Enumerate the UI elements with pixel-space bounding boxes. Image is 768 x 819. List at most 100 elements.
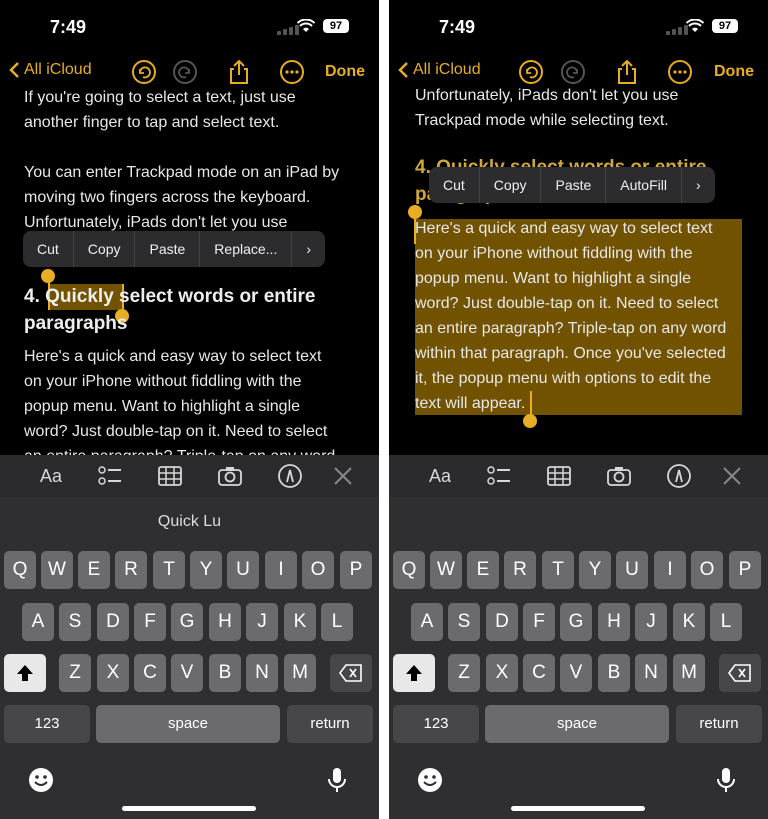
format-button[interactable]: Aa (38, 463, 64, 489)
key-h[interactable]: H (209, 603, 241, 641)
key-o[interactable]: O (691, 551, 723, 589)
back-button[interactable]: All iCloud (8, 61, 92, 79)
note-paragraph[interactable]: Here's a quick and easy way to select te… (24, 344, 360, 469)
table-icon[interactable] (157, 463, 183, 489)
return-key[interactable]: return (676, 705, 762, 743)
more-icon[interactable] (667, 59, 693, 85)
key-w[interactable]: W (41, 551, 73, 589)
checklist-icon[interactable] (97, 463, 123, 489)
numbers-key[interactable]: 123 (4, 705, 90, 743)
key-g[interactable]: G (171, 603, 203, 641)
key-n[interactable]: N (635, 654, 667, 692)
table-icon[interactable] (546, 463, 572, 489)
home-indicator[interactable] (122, 806, 256, 811)
menu-copy[interactable]: Copy (74, 231, 136, 267)
autocorrect-suggestion[interactable]: Quick Lu (0, 509, 379, 535)
space-key[interactable]: space (485, 705, 669, 743)
done-button[interactable]: Done (325, 63, 365, 81)
key-u[interactable]: U (616, 551, 648, 589)
key-i[interactable]: I (654, 551, 686, 589)
close-icon[interactable] (330, 463, 356, 489)
key-j[interactable]: J (635, 603, 667, 641)
key-v[interactable]: V (171, 654, 203, 692)
key-y[interactable]: Y (190, 551, 222, 589)
menu-paste[interactable]: Paste (541, 167, 607, 203)
note-paragraph[interactable]: Unfortunately, iPads don't let you use T… (415, 83, 751, 133)
key-g[interactable]: G (560, 603, 592, 641)
key-e[interactable]: E (467, 551, 499, 589)
key-l[interactable]: L (710, 603, 742, 641)
key-h[interactable]: H (598, 603, 630, 641)
note-paragraph[interactable]: You can enter Trackpad mode on an iPad b… (24, 160, 360, 235)
key-a[interactable]: A (411, 603, 443, 641)
format-button[interactable]: Aa (427, 463, 453, 489)
menu-replace[interactable]: Replace... (200, 231, 293, 267)
menu-paste[interactable]: Paste (135, 231, 201, 267)
key-m[interactable]: M (673, 654, 705, 692)
key-c[interactable]: C (523, 654, 555, 692)
key-x[interactable]: X (97, 654, 129, 692)
key-k[interactable]: K (673, 603, 705, 641)
menu-copy[interactable]: Copy (480, 167, 542, 203)
key-d[interactable]: D (97, 603, 129, 641)
return-key[interactable]: return (287, 705, 373, 743)
key-c[interactable]: C (134, 654, 166, 692)
key-w[interactable]: W (430, 551, 462, 589)
menu-cut[interactable]: Cut (429, 167, 480, 203)
delete-key[interactable] (330, 654, 372, 692)
key-k[interactable]: K (284, 603, 316, 641)
key-v[interactable]: V (560, 654, 592, 692)
key-r[interactable]: R (115, 551, 147, 589)
emoji-icon[interactable] (415, 765, 445, 795)
markup-pen-icon[interactable] (277, 463, 303, 489)
share-icon[interactable] (614, 59, 640, 85)
key-r[interactable]: R (504, 551, 536, 589)
space-key[interactable]: space (96, 705, 280, 743)
key-i[interactable]: I (265, 551, 297, 589)
selection-start-dot[interactable] (41, 269, 55, 283)
markup-pen-icon[interactable] (666, 463, 692, 489)
key-s[interactable]: S (59, 603, 91, 641)
camera-icon[interactable] (217, 463, 243, 489)
menu-more[interactable]: › (682, 167, 715, 203)
done-button[interactable]: Done (714, 63, 754, 81)
key-n[interactable]: N (246, 654, 278, 692)
key-s[interactable]: S (448, 603, 480, 641)
key-j[interactable]: J (246, 603, 278, 641)
key-u[interactable]: U (227, 551, 259, 589)
key-b[interactable]: B (598, 654, 630, 692)
emoji-icon[interactable] (26, 765, 56, 795)
key-q[interactable]: Q (393, 551, 425, 589)
share-icon[interactable] (226, 59, 252, 85)
redo-icon[interactable] (172, 59, 198, 85)
key-b[interactable]: B (209, 654, 241, 692)
key-a[interactable]: A (22, 603, 54, 641)
key-z[interactable]: Z (448, 654, 480, 692)
dictation-mic-icon[interactable] (711, 765, 741, 795)
key-l[interactable]: L (321, 603, 353, 641)
key-z[interactable]: Z (59, 654, 91, 692)
note-heading[interactable]: 4. Quickly select words or entire paragr… (24, 283, 364, 337)
key-e[interactable]: E (78, 551, 110, 589)
shift-key[interactable] (4, 654, 46, 692)
note-paragraph-selected[interactable]: Here's a quick and easy way to select te… (415, 216, 751, 416)
key-f[interactable]: F (134, 603, 166, 641)
key-d[interactable]: D (486, 603, 518, 641)
key-p[interactable]: P (729, 551, 761, 589)
key-o[interactable]: O (302, 551, 334, 589)
dictation-mic-icon[interactable] (322, 765, 352, 795)
shift-key[interactable] (393, 654, 435, 692)
numbers-key[interactable]: 123 (393, 705, 479, 743)
key-p[interactable]: P (340, 551, 372, 589)
more-icon[interactable] (279, 59, 305, 85)
camera-icon[interactable] (606, 463, 632, 489)
menu-autofill[interactable]: AutoFill (606, 167, 682, 203)
key-t[interactable]: T (542, 551, 574, 589)
key-f[interactable]: F (523, 603, 555, 641)
back-button[interactable]: All iCloud (397, 61, 481, 79)
key-y[interactable]: Y (579, 551, 611, 589)
menu-more[interactable]: › (292, 231, 325, 267)
key-q[interactable]: Q (4, 551, 36, 589)
home-indicator[interactable] (511, 806, 645, 811)
key-x[interactable]: X (486, 654, 518, 692)
